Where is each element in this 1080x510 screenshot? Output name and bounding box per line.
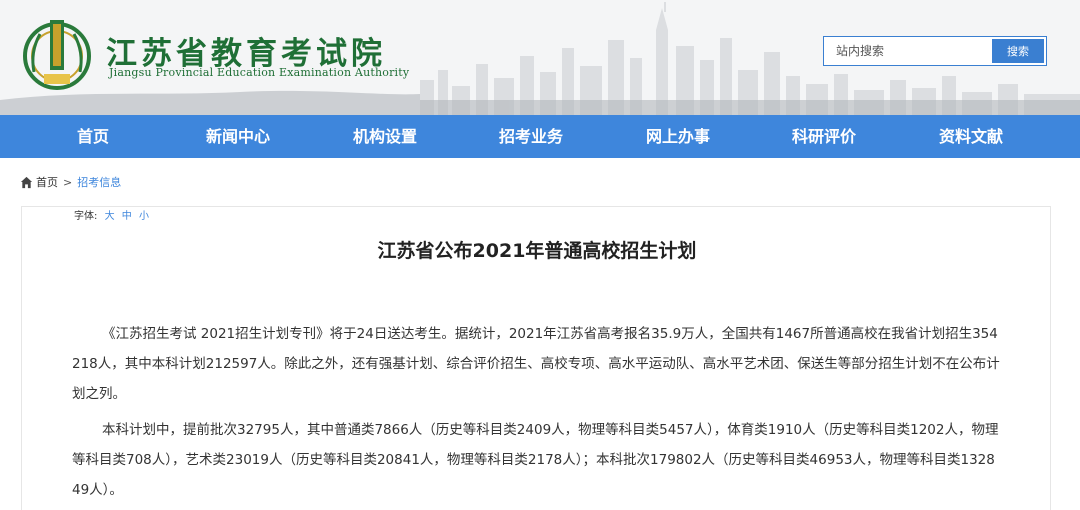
breadcrumb-separator: > [63,175,73,189]
breadcrumb: 首页 > 招考信息 [20,174,121,190]
site-subtitle: Jiangsu Provincial Education Examination… [109,66,410,79]
article-paragraph: 《江苏招生考试 2021招生计划专刊》将于24日送达考生。据统计，2021年江苏… [72,326,1000,402]
nav-item-news[interactable]: 新闻中心 [178,115,298,158]
font-size-label: 字体: [74,211,98,222]
main-nav: 首页 新闻中心 机构设置 招考业务 网上办事 科研评价 资料文献 [0,115,1080,158]
nav-item-home[interactable]: 首页 [33,115,153,158]
article-title: 江苏省公布2021年普通高校招生计划 [377,240,697,262]
search-box: 搜索 [823,36,1047,66]
breadcrumb-home-link[interactable]: 首页 [36,174,58,190]
home-icon [20,176,33,188]
search-button[interactable]: 搜索 [992,39,1044,63]
font-size-selector: 字体: 大 中 小 [74,207,149,222]
logo-emblem [23,20,91,90]
search-input[interactable] [824,37,994,65]
breadcrumb-current-link[interactable]: 招考信息 [77,174,121,190]
font-size-small[interactable]: 小 [139,211,149,222]
nav-item-research[interactable]: 科研评价 [764,115,884,158]
article-panel: 字体: 大 中 小 江苏省公布2021年普通高校招生计划 《江苏招生考试 202… [21,206,1051,510]
nav-item-online-services[interactable]: 网上办事 [618,115,738,158]
font-size-large[interactable]: 大 [105,211,115,222]
font-size-medium[interactable]: 中 [122,211,132,222]
article-paragraph: 本科计划中，提前批次32795人，其中普通类7866人（历史等科目类2409人，… [72,422,999,498]
nav-item-admissions[interactable]: 招考业务 [471,115,591,158]
nav-item-organization[interactable]: 机构设置 [325,115,445,158]
nav-item-documents[interactable]: 资料文献 [911,115,1031,158]
site-header: 江苏省教育考试院 Jiangsu Provincial Education Ex… [0,0,1080,115]
